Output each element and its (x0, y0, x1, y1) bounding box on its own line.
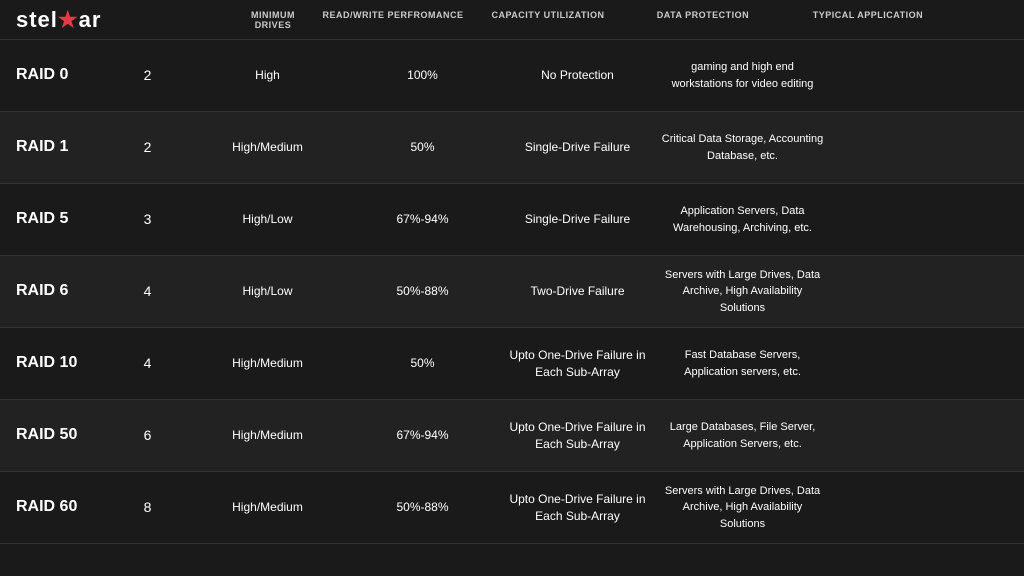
cell-app-1: Critical Data Storage, Accounting Databa… (655, 123, 830, 172)
cell-drives-2: 3 (105, 202, 190, 238)
table-row: RAID 60 8 High/Medium 50%-88% Upto One-D… (0, 472, 1024, 544)
cell-raid-2: RAID 5 (0, 200, 105, 238)
cell-drives-5: 6 (105, 418, 190, 454)
table-body: RAID 0 2 High 100% No Protection gaming … (0, 40, 1024, 544)
cell-drives-0: 2 (105, 58, 190, 94)
cell-prot-3: Two-Drive Failure (500, 275, 655, 308)
cell-raid-0: RAID 0 (0, 56, 105, 94)
cell-raid-5: RAID 50 (0, 416, 105, 454)
table-row: RAID 10 4 High/Medium 50% Upto One-Drive… (0, 328, 1024, 400)
cell-prot-4: Upto One-Drive Failure in Each Sub-Array (500, 339, 655, 389)
cell-cap-6: 50%-88% (345, 491, 500, 524)
cell-rw-4: High/Medium (190, 347, 345, 380)
cell-drives-3: 4 (105, 274, 190, 310)
cell-rw-2: High/Low (190, 203, 345, 236)
cell-app-2: Application Servers, Data Warehousing, A… (655, 195, 830, 244)
col-header-cap: CAPACITY UTILIZATION (470, 10, 625, 30)
logo: stel★ar (16, 7, 101, 33)
cell-raid-6: RAID 60 (0, 488, 105, 526)
column-headers: MINIMUM DRIVES READ/WRITE PERFROMANCE CA… (125, 10, 1008, 30)
col-header-drives: MINIMUM DRIVES (230, 10, 315, 30)
cell-rw-3: High/Low (190, 275, 345, 308)
col-header-app: TYPICAL APPLICATION (780, 10, 955, 30)
cell-rw-5: High/Medium (190, 419, 345, 452)
cell-app-6: Servers with Large Drives, Data Archive,… (655, 475, 830, 541)
cell-drives-1: 2 (105, 130, 190, 166)
table-row: RAID 1 2 High/Medium 50% Single-Drive Fa… (0, 112, 1024, 184)
cell-cap-2: 67%-94% (345, 203, 500, 236)
cell-cap-3: 50%-88% (345, 275, 500, 308)
logo-text: stel★ar (16, 7, 101, 33)
cell-rw-0: High (190, 59, 345, 92)
cell-prot-6: Upto One-Drive Failure in Each Sub-Array (500, 483, 655, 533)
cell-raid-4: RAID 10 (0, 344, 105, 382)
cell-drives-6: 8 (105, 490, 190, 526)
header: stel★ar MINIMUM DRIVES READ/WRITE PERFRO… (0, 0, 1024, 40)
cell-app-4: Fast Database Servers, Application serve… (655, 339, 830, 388)
cell-app-5: Large Databases, File Server, Applicatio… (655, 411, 830, 460)
cell-drives-4: 4 (105, 346, 190, 382)
cell-raid-1: RAID 1 (0, 128, 105, 166)
table-row: RAID 0 2 High 100% No Protection gaming … (0, 40, 1024, 112)
cell-cap-1: 50% (345, 131, 500, 164)
cell-app-0: gaming and high end workstations for vid… (655, 51, 830, 100)
cell-cap-5: 67%-94% (345, 419, 500, 452)
cell-prot-2: Single-Drive Failure (500, 203, 655, 236)
cell-cap-4: 50% (345, 347, 500, 380)
table-row: RAID 5 3 High/Low 67%-94% Single-Drive F… (0, 184, 1024, 256)
cell-prot-0: No Protection (500, 59, 655, 92)
cell-raid-3: RAID 6 (0, 272, 105, 310)
cell-prot-1: Single-Drive Failure (500, 131, 655, 164)
table-row: RAID 50 6 High/Medium 67%-94% Upto One-D… (0, 400, 1024, 472)
cell-app-3: Servers with Large Drives, Data Archive,… (655, 259, 830, 325)
logo-star: ★ (58, 7, 79, 32)
col-header-rw: READ/WRITE PERFROMANCE (315, 10, 470, 30)
cell-cap-0: 100% (345, 59, 500, 92)
col-header-prot: DATA PROTECTION (625, 10, 780, 30)
cell-rw-6: High/Medium (190, 491, 345, 524)
cell-prot-5: Upto One-Drive Failure in Each Sub-Array (500, 411, 655, 461)
table-row: RAID 6 4 High/Low 50%-88% Two-Drive Fail… (0, 256, 1024, 328)
cell-rw-1: High/Medium (190, 131, 345, 164)
